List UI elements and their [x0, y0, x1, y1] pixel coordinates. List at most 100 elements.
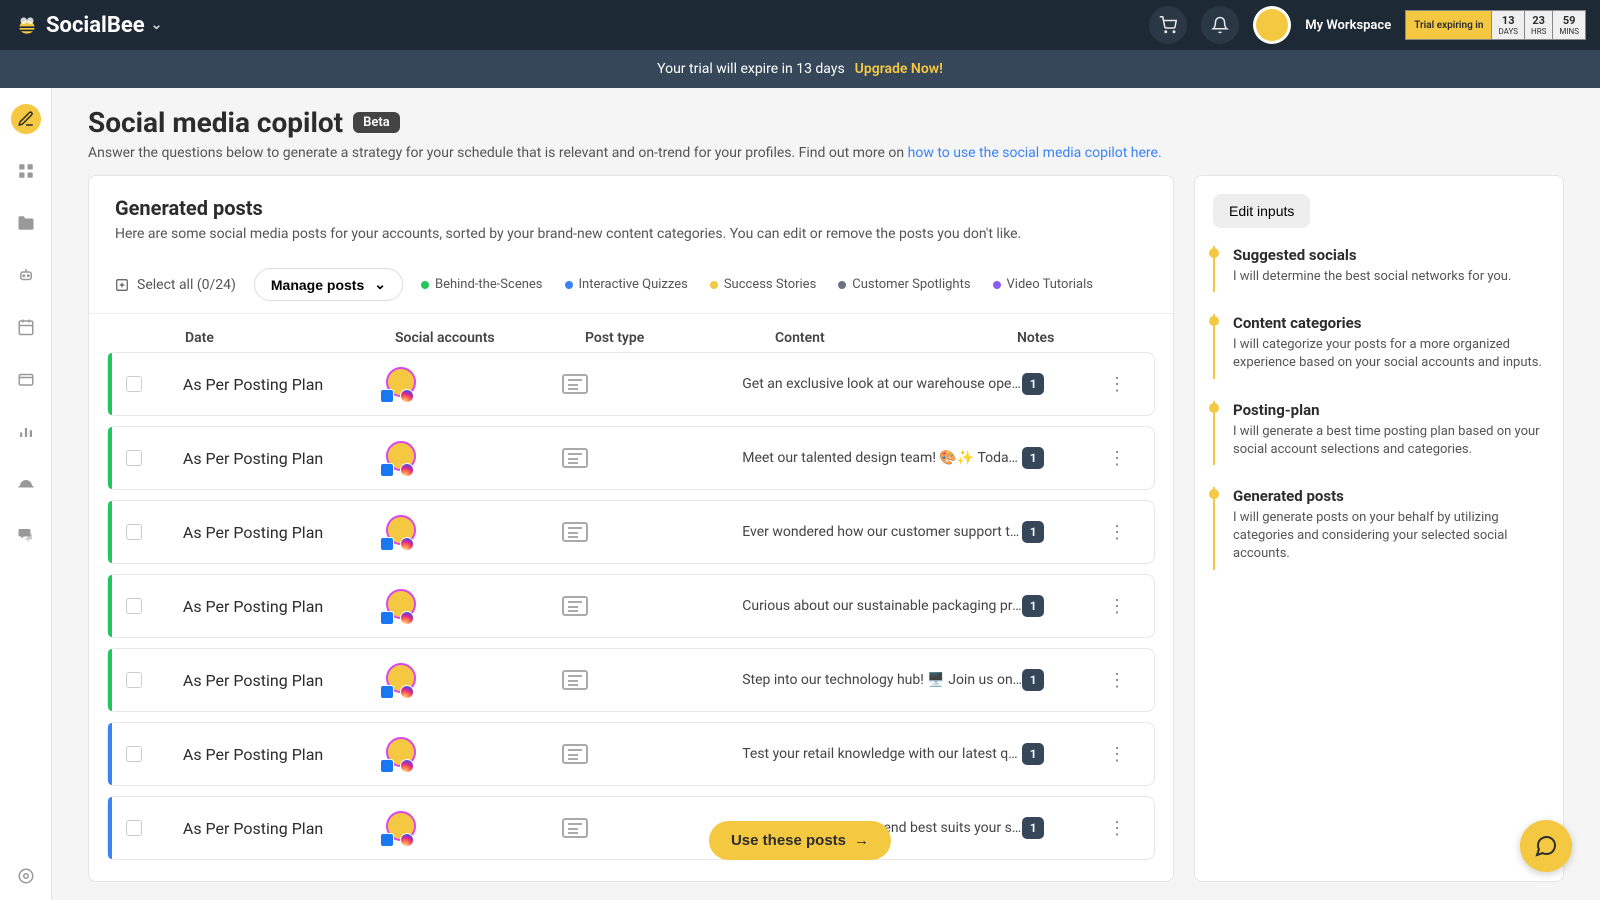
legend-item[interactable]: Interactive Quizzes — [565, 277, 688, 292]
table-row[interactable]: As Per Posting Plan Get an exclusive loo… — [107, 352, 1155, 416]
panel-main: Generated posts Here are some social med… — [88, 175, 1174, 882]
upgrade-link[interactable]: Upgrade Now! — [855, 61, 943, 77]
table-row[interactable]: As Per Posting Plan Ever wondered how ou… — [107, 500, 1155, 564]
step-desc: I will determine the best social network… — [1233, 268, 1545, 286]
table-row[interactable]: As Per Posting Plan Test your retail kno… — [107, 722, 1155, 786]
row-content: Meet our talented design team! 🎨✨ Today,… — [742, 450, 1022, 466]
posttype-icon — [562, 522, 588, 542]
legend-dot — [710, 281, 718, 289]
sidenav-item-schedule[interactable] — [11, 364, 41, 394]
step: Posting-planI will generate a best time … — [1213, 401, 1545, 465]
sidenav-item-folder[interactable] — [11, 208, 41, 238]
trial-banner: Your trial will expire in 13 days Upgrad… — [0, 50, 1600, 88]
sidenav-item-cloche[interactable] — [11, 468, 41, 498]
notes-badge[interactable]: 1 — [1022, 595, 1044, 617]
logo[interactable]: SocialBee ⌄ — [14, 12, 162, 38]
col-posttype: Post type — [585, 330, 775, 346]
row-content: Test your retail knowledge with our late… — [742, 746, 1022, 762]
edit-inputs-button[interactable]: Edit inputs — [1213, 194, 1310, 228]
legend-dot — [565, 281, 573, 289]
row-stripe — [108, 427, 112, 489]
chat-fab[interactable] — [1520, 820, 1572, 872]
row-date: As Per Posting Plan — [183, 523, 382, 542]
row-checkbox[interactable] — [126, 746, 142, 762]
avatar[interactable] — [1253, 6, 1291, 44]
notes-badge[interactable]: 1 — [1022, 521, 1044, 543]
row-date: As Per Posting Plan — [183, 597, 382, 616]
use-posts-button[interactable]: Use these posts → — [709, 821, 891, 860]
row-checkbox[interactable] — [126, 672, 142, 688]
kebab-icon[interactable]: ⋮ — [1108, 522, 1126, 543]
kebab-icon[interactable]: ⋮ — [1108, 448, 1126, 469]
notes-badge[interactable]: 1 — [1022, 447, 1044, 469]
panel-title: Generated posts — [115, 196, 1147, 220]
table-row[interactable]: As Per Posting Plan Curious about our su… — [107, 574, 1155, 638]
sidenav-item-settings[interactable] — [11, 870, 41, 900]
legend-item[interactable]: Behind-the-Scenes — [421, 277, 543, 292]
sidenav-item-grid[interactable] — [11, 156, 41, 186]
col-date: Date — [185, 330, 395, 346]
table-row[interactable]: As Per Posting Plan Meet our talented de… — [107, 426, 1155, 490]
row-content: Step into our technology hub! 🖥️ Join us… — [742, 672, 1022, 688]
row-checkbox[interactable] — [126, 450, 142, 466]
table-row[interactable]: As Per Posting Plan Discover which retai… — [107, 796, 1155, 860]
facebook-icon — [380, 611, 394, 625]
main-wrap: Social media copilot Beta Answer the que… — [0, 88, 1600, 900]
table-row[interactable]: As Per Posting Plan Step into our techno… — [107, 648, 1155, 712]
cart-button[interactable] — [1149, 6, 1187, 44]
notes-badge[interactable]: 1 — [1022, 743, 1044, 765]
row-checkbox[interactable] — [126, 820, 142, 836]
sidenav-item-chat[interactable] — [11, 520, 41, 550]
notes-badge[interactable]: 1 — [1022, 373, 1044, 395]
sidenav-item-robot[interactable] — [11, 260, 41, 290]
notes-badge[interactable]: 1 — [1022, 817, 1044, 839]
social-accounts[interactable] — [382, 367, 422, 401]
social-accounts[interactable] — [382, 515, 422, 549]
row-stripe — [108, 353, 112, 415]
row-content: Curious about our sustainable packaging … — [742, 598, 1022, 614]
category-legend: Behind-the-Scenes Interactive Quizzes Succ… — [421, 277, 1093, 292]
legend-item[interactable]: Customer Spotlights — [838, 277, 970, 292]
beta-badge: Beta — [353, 112, 400, 133]
instagram-icon — [400, 537, 414, 551]
kebab-icon[interactable]: ⋮ — [1108, 670, 1126, 691]
kebab-icon[interactable]: ⋮ — [1108, 596, 1126, 617]
step-title: Posting-plan — [1233, 401, 1545, 419]
row-stripe — [108, 723, 112, 785]
social-accounts[interactable] — [382, 441, 422, 475]
kebab-icon[interactable]: ⋮ — [1108, 374, 1126, 395]
social-accounts[interactable] — [382, 663, 422, 697]
col-notes: Notes — [1017, 330, 1097, 346]
kebab-icon[interactable]: ⋮ — [1108, 744, 1126, 765]
bell-button[interactable] — [1201, 6, 1239, 44]
chevron-down-icon[interactable]: ⌄ — [151, 17, 163, 33]
trial-countdown[interactable]: Trial expiring in 13DAYS 23HRS 59MINS — [1405, 10, 1586, 40]
row-stripe — [108, 575, 112, 637]
row-checkbox[interactable] — [126, 376, 142, 392]
sidenav-item-calendar[interactable] — [11, 312, 41, 342]
legend-item[interactable]: Video Tutorials — [993, 277, 1093, 292]
notes-badge[interactable]: 1 — [1022, 669, 1044, 691]
social-accounts[interactable] — [382, 737, 422, 771]
step-desc: I will categorize your posts for a more … — [1233, 336, 1545, 372]
workspace-label[interactable]: My Workspace — [1305, 18, 1391, 33]
posttype-icon — [562, 596, 588, 616]
legend-item[interactable]: Success Stories — [710, 277, 816, 292]
sidenav-item-compose[interactable] — [11, 104, 41, 134]
copilot-help-link[interactable]: how to use the social media copilot here… — [908, 145, 1162, 161]
instagram-icon — [400, 463, 414, 477]
legend-dot — [993, 281, 1001, 289]
sidenav-item-analytics[interactable] — [11, 416, 41, 446]
row-checkbox[interactable] — [126, 524, 142, 540]
row-date: As Per Posting Plan — [183, 449, 382, 468]
facebook-icon — [380, 685, 394, 699]
select-all[interactable]: Select all (0/24) — [115, 277, 236, 293]
social-accounts[interactable] — [382, 811, 422, 845]
row-checkbox[interactable] — [126, 598, 142, 614]
social-accounts[interactable] — [382, 589, 422, 623]
col-social: Social accounts — [395, 330, 585, 346]
facebook-icon — [380, 389, 394, 403]
posttype-icon — [562, 670, 588, 690]
kebab-icon[interactable]: ⋮ — [1108, 818, 1126, 839]
manage-posts-button[interactable]: Manage posts ⌄ — [254, 268, 403, 301]
